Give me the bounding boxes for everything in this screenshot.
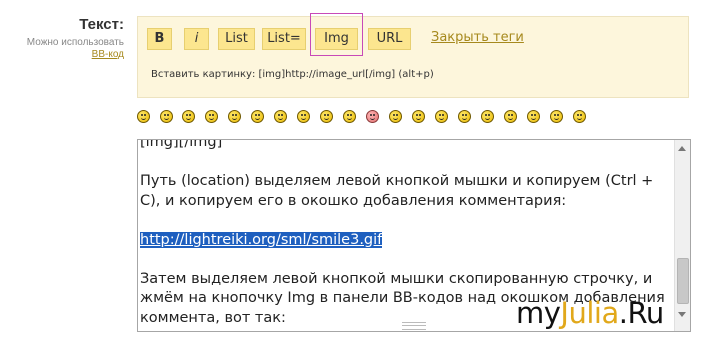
- scroll-up-arrow-icon[interactable]: [678, 146, 686, 151]
- grin-icon[interactable]: [160, 110, 173, 123]
- bold-button[interactable]: B: [147, 28, 172, 50]
- italic-button[interactable]: i: [184, 28, 209, 50]
- cool-icon[interactable]: [274, 110, 287, 123]
- close-tags-link[interactable]: Закрыть теги: [431, 30, 524, 45]
- idea-icon[interactable]: [550, 110, 563, 123]
- bbcode-toolbar: B i List List= Img URL Закрыть теги Вста…: [137, 13, 689, 98]
- exclamation-icon[interactable]: [504, 110, 517, 123]
- text-paragraph-1: Путь (location) выделяем левой кнопкой м…: [140, 173, 654, 209]
- blush-icon[interactable]: [366, 110, 379, 123]
- watermark-part-1: my: [516, 296, 561, 330]
- scroll-down-arrow-icon[interactable]: [678, 312, 686, 317]
- angry-icon[interactable]: [412, 110, 425, 123]
- wink-icon[interactable]: [251, 110, 264, 123]
- tongue-icon[interactable]: [297, 110, 310, 123]
- scrollbar-thumb[interactable]: [677, 258, 689, 304]
- selected-url: http://lightreiki.org/sml/smile3.gif: [140, 231, 383, 248]
- rolleyes-icon[interactable]: [481, 110, 494, 123]
- watermark-logo: myJulia.Ru: [516, 296, 664, 330]
- url-button[interactable]: URL: [368, 28, 411, 50]
- question-icon[interactable]: [527, 110, 540, 123]
- cry-icon[interactable]: [320, 110, 333, 123]
- smile-icon[interactable]: [137, 110, 150, 123]
- resize-grip-icon[interactable]: [402, 322, 426, 330]
- text-label: Текст:: [79, 16, 124, 33]
- img-button[interactable]: Img: [315, 28, 358, 50]
- text-url-line: http://lightreiki.org/sml/smile3.gif: [140, 231, 668, 251]
- watermark-part-3: .Ru: [618, 296, 664, 330]
- arrow-icon[interactable]: [573, 110, 586, 123]
- watermark-part-2: Julia: [560, 296, 619, 330]
- dizzy-icon[interactable]: [389, 110, 402, 123]
- biggrin-icon[interactable]: [343, 110, 356, 123]
- sad-icon[interactable]: [205, 110, 218, 123]
- confused-icon[interactable]: [228, 110, 241, 123]
- laugh-icon[interactable]: [182, 110, 195, 123]
- devil-icon[interactable]: [435, 110, 448, 123]
- list-button[interactable]: List: [218, 28, 255, 50]
- ordered-list-button[interactable]: List=: [262, 28, 306, 50]
- bbcode-help-link[interactable]: BB-код: [60, 49, 124, 60]
- vertical-scrollbar[interactable]: [674, 140, 690, 331]
- eek-icon[interactable]: [458, 110, 471, 123]
- toolbar-hint: Вставить картинку: [img]http://image_url…: [151, 69, 434, 80]
- bbcode-hint-label: Можно использовать: [26, 37, 124, 48]
- text-line-top: [img][/img]: [140, 139, 223, 150]
